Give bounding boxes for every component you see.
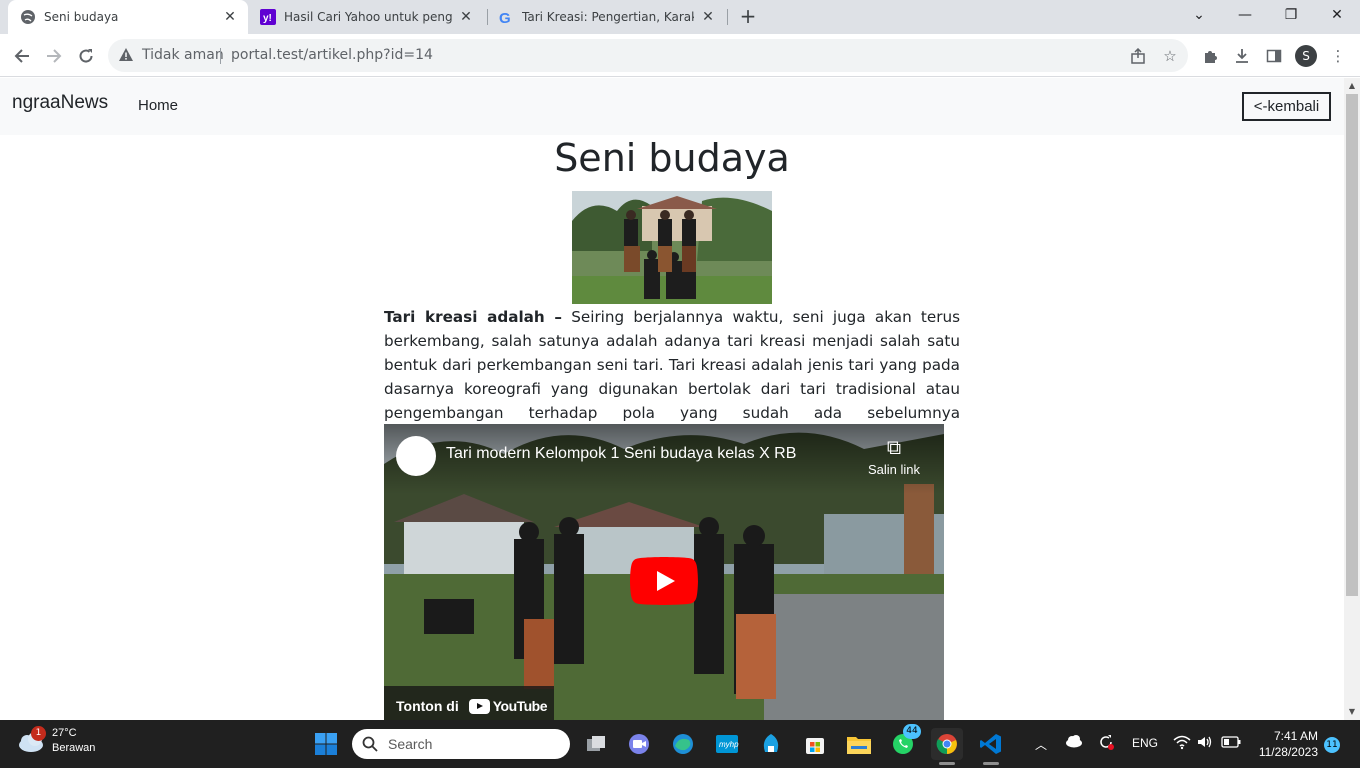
tab-seni-budaya[interactable]: Seni budaya ✕ [8,0,248,34]
restore-button[interactable]: ❐ [1268,0,1314,32]
search-placeholder: Search [388,736,433,752]
windows-taskbar: 1 27°C Berawan Search myhp 44 ︿ ENG 7:41… [0,720,1360,768]
minimize-button[interactable]: — [1222,0,1268,32]
page-scrollbar[interactable]: ▲ ▼ [1344,78,1360,720]
weather-temp: 27°C [52,727,77,739]
omnibox-divider [220,48,221,64]
download-icon[interactable] [1231,45,1253,67]
tab-tari-kreasi[interactable]: G Tari Kreasi: Pengertian, Karakteristik… [490,0,726,34]
tab-title: Tari Kreasi: Pengertian, Karakteristik [522,10,694,24]
language-indicator[interactable]: ENG [1132,736,1158,750]
svg-text:myhp: myhp [719,740,739,749]
article-lead: Tari kreasi adalah – [384,308,563,326]
tab-yahoo-search[interactable]: y! Hasil Cari Yahoo untuk pengertian ✕ [252,0,484,34]
chrome-icon[interactable] [931,728,963,760]
tab-separator [487,9,488,25]
globe-icon [20,9,36,25]
browser-tab-strip: Seni budaya ✕ y! Hasil Cari Yahoo untuk … [0,0,1360,34]
taskbar-search[interactable]: Search [352,729,570,759]
youtube-logo: YouTube [468,698,548,714]
weather-badge: 1 [31,726,46,741]
watch-on-youtube-button[interactable]: Tonton di YouTube [384,686,554,720]
app-icon[interactable] [755,728,787,760]
chrome-active-indicator [939,762,955,765]
show-hidden-icons-chevron-icon[interactable]: ︿ [1035,736,1047,753]
site-brand[interactable]: ngraaNews [12,92,108,114]
browser-toolbar: Tidak aman portal.test/artikel.php?id=14… [0,34,1360,77]
article-title: Seni budaya [554,136,790,180]
url-text[interactable]: portal.test/artikel.php?id=14 [231,47,433,63]
close-tab-icon[interactable]: ✕ [700,9,716,25]
back-button[interactable]: <-kembali [1242,92,1331,121]
article-body: Tari kreasi adalah – Seiring berjalannya… [384,305,960,425]
security-label[interactable]: Tidak aman [142,47,224,63]
vscode-active-indicator [983,762,999,765]
battery-icon[interactable] [1221,736,1241,751]
close-tab-icon[interactable]: ✕ [222,9,238,25]
sync-icon[interactable] [1097,733,1115,754]
profile-avatar[interactable]: S [1295,45,1317,67]
microsoft-store-icon[interactable] [799,728,831,760]
video-title[interactable]: Tari modern Kelompok 1 Seni budaya kelas… [446,445,796,463]
svg-text:G: G [499,10,511,25]
share-icon[interactable] [1128,46,1148,66]
bookmark-star-icon[interactable]: ☆ [1160,46,1180,66]
scroll-thumb[interactable] [1346,94,1358,596]
whatsapp-icon[interactable]: 44 [887,724,921,760]
nav-home-link[interactable]: Home [138,97,178,114]
search-icon [362,736,378,752]
youtube-play-icon [468,698,490,714]
onedrive-cloud-icon[interactable] [1065,734,1083,751]
yahoo-icon: y! [260,9,276,25]
close-tab-icon[interactable]: ✕ [458,9,474,25]
windows-start-icon[interactable] [310,728,342,760]
cloud-icon: 1 [16,726,46,754]
hp-myhp-icon[interactable]: myhp [711,728,743,760]
tab-title: Seni budaya [44,10,119,24]
new-tab-button[interactable]: + [737,5,759,29]
article-image [572,191,772,304]
notification-badge[interactable]: 11 [1324,737,1340,753]
google-icon: G [498,9,514,25]
tab-title: Hasil Cari Yahoo untuk pengertian [284,10,452,24]
file-explorer-icon[interactable] [843,728,875,760]
back-arrow-icon[interactable] [8,42,36,70]
extensions-puzzle-icon[interactable] [1199,45,1221,67]
tab-separator [727,9,728,25]
system-clock[interactable]: 7:41 AM 11/28/2023 [1252,728,1318,760]
volume-icon[interactable] [1196,734,1214,753]
tab-search-icon[interactable]: ⌄ [1176,0,1222,32]
scroll-down-arrow-icon[interactable]: ▼ [1344,704,1360,720]
page-viewport: ngraaNews Home <-kembali Seni budaya Tar… [0,78,1344,720]
svg-text:y!: y! [263,13,272,24]
vscode-icon[interactable] [975,728,1007,760]
play-button[interactable] [630,557,698,605]
watch-on-label: Tonton di [396,698,459,714]
clock-time: 7:41 AM [1273,729,1318,743]
copy-link-button[interactable]: ⧉ Salin link [856,438,932,477]
reload-icon[interactable] [72,42,100,70]
scroll-up-arrow-icon[interactable]: ▲ [1344,78,1360,94]
edge-icon[interactable] [667,728,699,760]
copy-icon: ⧉ [886,437,902,459]
weather-widget[interactable]: 1 27°C Berawan [16,726,95,756]
clock-date: 11/28/2023 [1258,745,1318,759]
youtube-embed[interactable]: Tari modern Kelompok 1 Seni budaya kelas… [384,424,944,720]
close-window-button[interactable]: ✕ [1314,0,1360,32]
channel-avatar[interactable] [396,436,436,476]
site-navbar: ngraaNews Home <-kembali [0,78,1344,135]
youtube-wordmark: YouTube [492,698,548,714]
forward-arrow-icon[interactable] [40,42,68,70]
copy-link-label: Salin link [867,462,921,477]
side-panel-icon[interactable] [1263,45,1285,67]
more-menu-icon[interactable]: ⋮ [1327,45,1349,67]
warning-icon[interactable] [118,47,134,67]
task-view-icon[interactable] [580,728,612,760]
teams-chat-icon[interactable] [623,728,655,760]
address-bar[interactable]: Tidak aman portal.test/artikel.php?id=14… [108,39,1188,72]
whatsapp-badge: 44 [903,724,921,739]
wifi-icon[interactable] [1173,734,1191,753]
weather-desc: Berawan [52,742,96,754]
